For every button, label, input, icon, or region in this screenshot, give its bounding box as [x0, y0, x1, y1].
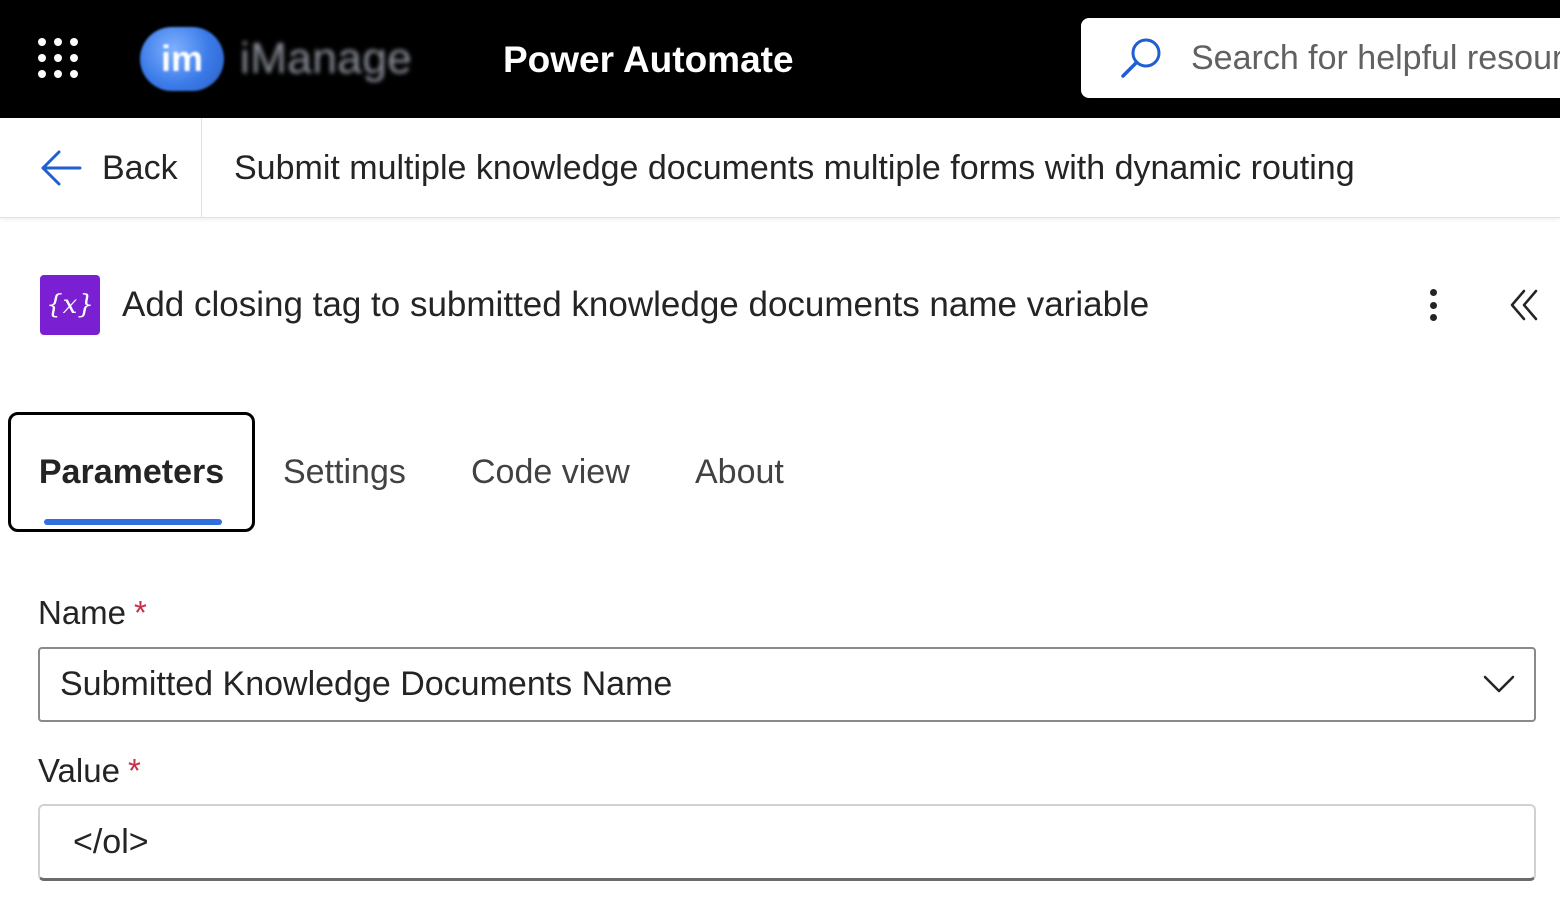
active-tab-indicator	[44, 519, 222, 525]
logo-text: iManage	[240, 34, 413, 83]
chevron-down-icon	[1483, 675, 1515, 693]
value-input[interactable]: </ol>	[38, 804, 1536, 881]
tab-label: Parameters	[38, 453, 225, 491]
app-title[interactable]: Power Automate	[503, 36, 794, 84]
name-label-text: Name	[38, 594, 127, 631]
variable-icon: {x}	[40, 275, 100, 335]
name-label: Name *	[38, 594, 147, 632]
top-bar: im iManage Power Automate	[0, 0, 1560, 118]
tab-code-view[interactable]: Code view	[471, 412, 630, 532]
tab-list: Parameters Settings Code view About	[8, 412, 908, 532]
tab-about[interactable]: About	[695, 412, 784, 532]
value-label-text: Value	[38, 752, 120, 789]
value-label: Value *	[38, 752, 141, 790]
chevron-double-left-icon[interactable]	[1504, 285, 1544, 325]
search-input[interactable]	[1191, 38, 1560, 78]
imanage-logo[interactable]: im iManage	[140, 24, 430, 94]
arrow-left-icon	[41, 150, 82, 186]
flow-nav-bar: Back Submit multiple knowledge documents…	[0, 118, 1560, 218]
tab-parameters[interactable]: Parameters	[8, 412, 255, 532]
action-title[interactable]: Add closing tag to submitted knowledge d…	[122, 275, 1149, 335]
logo-mark: im	[140, 27, 224, 91]
tab-settings[interactable]: Settings	[283, 412, 406, 532]
back-button[interactable]: Back	[0, 118, 202, 218]
required-marker: *	[127, 752, 141, 789]
search-box[interactable]	[1081, 18, 1560, 98]
flow-title: Submit multiple knowledge documents mult…	[234, 149, 1355, 187]
search-icon	[1121, 38, 1161, 78]
back-label: Back	[102, 148, 178, 187]
action-header: {x} Add closing tag to submitted knowled…	[40, 275, 1560, 335]
required-marker: *	[134, 594, 147, 631]
name-dropdown-value: Submitted Knowledge Documents Name	[60, 665, 673, 703]
value-input-text: </ol>	[73, 823, 149, 861]
waffle-icon[interactable]	[38, 38, 80, 78]
more-vertical-icon[interactable]	[1418, 285, 1448, 325]
name-dropdown[interactable]: Submitted Knowledge Documents Name	[38, 647, 1536, 722]
